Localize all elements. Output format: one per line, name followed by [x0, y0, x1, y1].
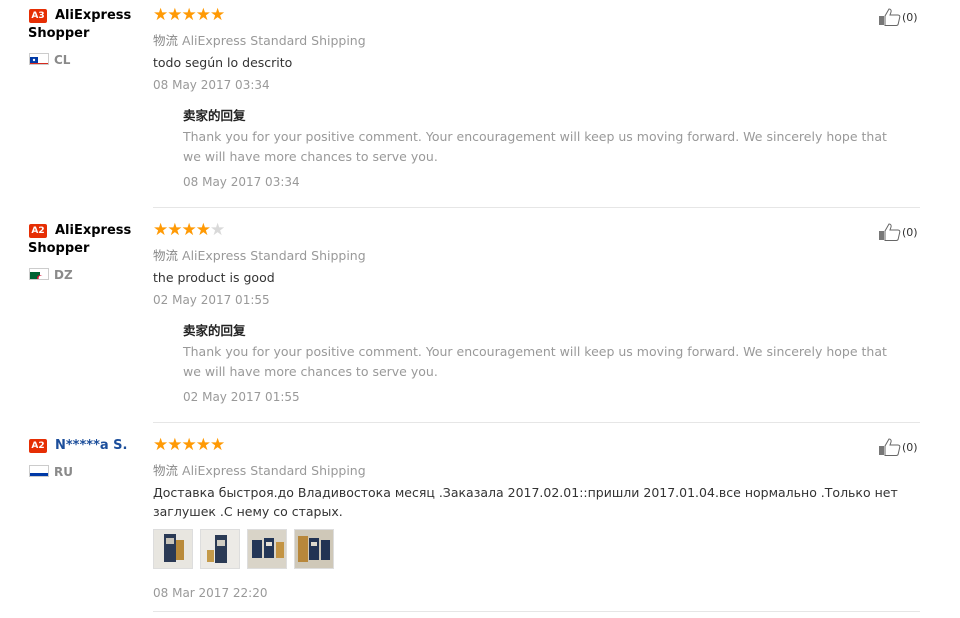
- seller-reply-title: 卖家的回复: [183, 108, 246, 123]
- shipping-label: 物流: [153, 33, 179, 48]
- review-photos: [153, 529, 334, 569]
- review-date: 02 May 2017 01:55: [153, 293, 270, 307]
- review-date: 08 May 2017 03:34: [153, 78, 270, 92]
- helpful-count: (0): [902, 10, 918, 24]
- russia-flag-icon: [29, 465, 49, 477]
- review-photo-thumbnail[interactable]: [200, 529, 240, 569]
- shipping-method: AliExpress Standard Shipping: [182, 463, 366, 478]
- shipping-info: 物流 AliExpress Standard Shipping: [153, 245, 366, 264]
- star-icon: ★: [153, 5, 168, 25]
- star-icon: ★: [210, 435, 225, 455]
- algeria-flag-icon: [29, 268, 49, 280]
- helpful-count: (0): [902, 225, 918, 239]
- shipping-label: 物流: [153, 248, 179, 263]
- star-icon: ★: [153, 435, 168, 455]
- shipping-method: AliExpress Standard Shipping: [182, 33, 366, 48]
- rating-stars: ★★★★★: [153, 220, 225, 240]
- shipping-info: 物流 AliExpress Standard Shipping: [153, 30, 366, 49]
- seller-reply-date: 02 May 2017 01:55: [183, 390, 300, 404]
- buyer-country: DZ: [54, 268, 73, 282]
- star-icon: ★: [195, 220, 211, 240]
- star-icon: ★: [181, 435, 197, 455]
- chile-flag-icon: [29, 53, 49, 65]
- helpful-button[interactable]: (0): [878, 438, 918, 456]
- buyer-name: AliExpress Shopper: [28, 223, 132, 256]
- star-icon: ★: [210, 5, 225, 25]
- star-icon: ★: [195, 5, 211, 25]
- helpful-count: (0): [902, 440, 918, 454]
- seller-reply-date: 08 May 2017 03:34: [183, 175, 300, 189]
- star-icon: ★: [153, 220, 168, 240]
- star-empty-icon: ★: [210, 220, 225, 240]
- buyer-name: AliExpress Shopper: [28, 8, 132, 41]
- review-divider: [153, 422, 920, 423]
- star-icon: ★: [167, 5, 182, 25]
- review-photo-thumbnail[interactable]: [294, 529, 334, 569]
- rating-stars: ★★★★★: [153, 435, 225, 455]
- thumbs-up-icon: [878, 438, 902, 456]
- rating-stars: ★★★★★: [153, 5, 225, 25]
- helpful-button[interactable]: (0): [878, 223, 918, 241]
- review-photo-thumbnail[interactable]: [153, 529, 193, 569]
- star-icon: ★: [181, 5, 197, 25]
- review-text: todo según lo descrito: [153, 55, 293, 70]
- review-text: the product is good: [153, 270, 275, 285]
- star-icon: ★: [167, 435, 182, 455]
- shipping-method: AliExpress Standard Shipping: [182, 248, 366, 263]
- buyer-country: CL: [54, 53, 71, 67]
- buyer-name[interactable]: N*****a S.: [28, 437, 140, 455]
- helpful-button[interactable]: (0): [878, 8, 918, 26]
- thumbs-up-icon: [878, 8, 902, 26]
- shipping-info: 物流 AliExpress Standard Shipping: [153, 460, 366, 479]
- star-icon: ★: [181, 220, 197, 240]
- seller-reply-text: Thank you for your positive comment. You…: [183, 129, 887, 164]
- buyer-country: RU: [54, 465, 73, 479]
- review-photo-thumbnail[interactable]: [247, 529, 287, 569]
- review-date: 08 Mar 2017 22:20: [153, 586, 268, 600]
- star-icon: ★: [167, 220, 182, 240]
- seller-reply-text: Thank you for your positive comment. You…: [183, 344, 887, 379]
- seller-reply-title: 卖家的回复: [183, 323, 246, 338]
- shipping-label: 物流: [153, 463, 179, 478]
- thumbs-up-icon: [878, 223, 902, 241]
- star-icon: ★: [195, 435, 211, 455]
- review-text: Доставка быстроя.до Владивостока месяц .…: [153, 485, 898, 519]
- review-divider: [153, 207, 920, 208]
- review-divider: [153, 611, 920, 612]
